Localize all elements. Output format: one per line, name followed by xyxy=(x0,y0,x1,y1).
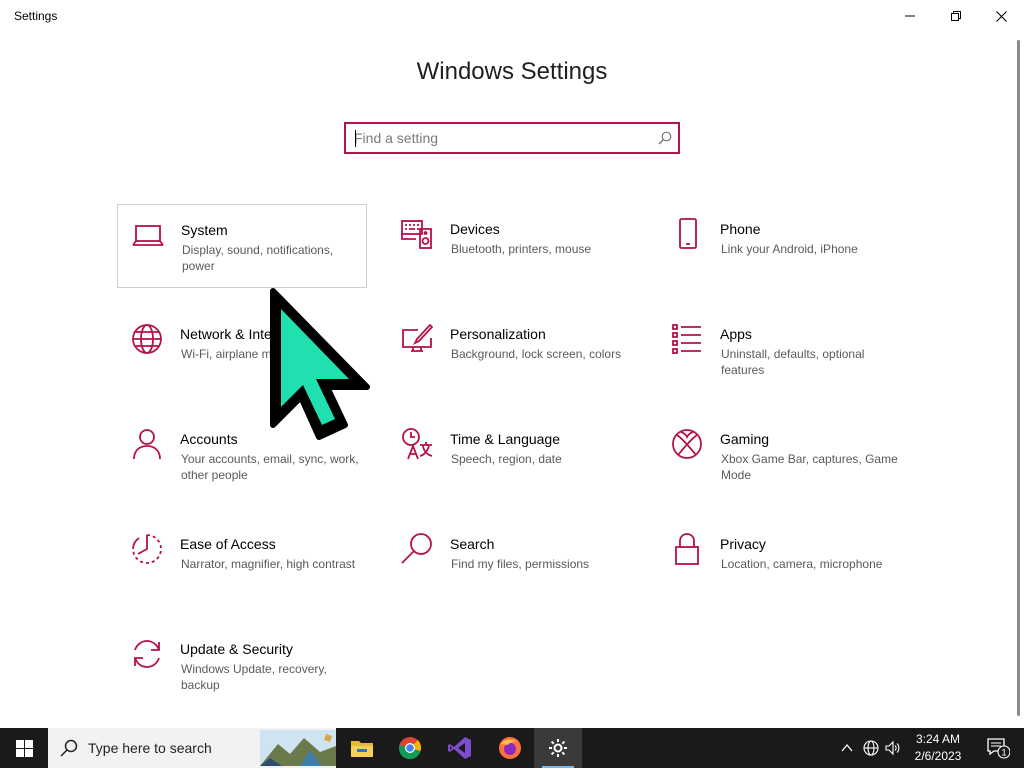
tile-update-security[interactable]: Update & Security Windows Update, recove… xyxy=(117,624,367,708)
notification-count: 1 xyxy=(1001,748,1006,758)
title-bar: Settings xyxy=(0,0,1024,32)
taskbar-settings[interactable] xyxy=(534,728,582,768)
tile-name: Gaming xyxy=(720,431,770,447)
restore-button[interactable] xyxy=(933,0,979,32)
taskbar: Type here to search 3:24 AM 2/6/2023 1 xyxy=(0,728,1024,768)
tile-description: Xbox Game Bar, captures, Game Mode xyxy=(721,452,898,482)
windows-logo-icon xyxy=(15,739,33,757)
search-icon xyxy=(658,131,672,145)
action-center-button[interactable]: 1 xyxy=(978,728,1018,768)
tile-name: Update & Security xyxy=(180,641,293,657)
taskbar-search-box[interactable]: Type here to search xyxy=(48,728,336,768)
text-caret xyxy=(355,130,356,147)
lock-icon xyxy=(675,533,699,565)
tile-name: System xyxy=(181,222,228,238)
network-globe-icon xyxy=(863,740,879,756)
show-hidden-icons-button[interactable] xyxy=(836,728,858,768)
file-explorer-icon xyxy=(351,741,373,757)
restore-icon xyxy=(951,11,961,21)
keyboard-speaker-icon xyxy=(401,220,432,249)
chevron-up-icon xyxy=(841,744,853,752)
clock-date: 2/6/2023 xyxy=(914,749,962,763)
clock-time: 3:24 AM xyxy=(915,732,961,746)
tile-name: Accounts xyxy=(180,431,238,447)
person-icon xyxy=(133,429,161,460)
search-icon xyxy=(60,739,78,757)
page-title: Windows Settings xyxy=(416,58,608,85)
ease-of-access-icon xyxy=(132,534,162,564)
tile-description: Bluetooth, printers, mouse xyxy=(451,242,592,256)
tile-name: Privacy xyxy=(720,536,766,552)
update-arrows-icon xyxy=(134,640,160,668)
network-tray-button[interactable] xyxy=(860,728,882,768)
tile-apps[interactable]: Apps Uninstall, defaults, optional featu… xyxy=(657,309,907,393)
tile-personalization[interactable]: Personalization Background, lock screen,… xyxy=(387,309,637,393)
tile-description: Uninstall, defaults, optional features xyxy=(721,347,865,377)
find-setting-input[interactable] xyxy=(354,129,644,147)
taskbar-clock[interactable]: 3:24 AM 2/6/2023 xyxy=(902,731,974,765)
start-button[interactable] xyxy=(0,728,48,768)
laptop-icon xyxy=(132,225,164,246)
tile-description: Link your Android, iPhone xyxy=(721,242,858,256)
paint-monitor-icon xyxy=(402,323,434,352)
taskbar-firefox[interactable] xyxy=(486,728,534,768)
visual-studio-icon xyxy=(448,737,471,759)
tile-privacy[interactable]: Privacy Location, camera, microphone xyxy=(657,519,907,603)
phone-icon xyxy=(679,218,697,249)
taskbar-visual-studio[interactable] xyxy=(436,728,484,768)
tile-description: Location, camera, microphone xyxy=(721,557,883,571)
tile-phone[interactable]: Phone Link your Android, iPhone xyxy=(657,204,907,288)
find-setting-search-box[interactable] xyxy=(344,122,680,154)
tile-description: Display, sound, notifications, power xyxy=(182,243,334,273)
close-button[interactable] xyxy=(978,0,1024,32)
large-pointer-cursor-icon xyxy=(270,288,370,440)
tile-description: Find my files, permissions xyxy=(451,557,590,571)
chrome-icon xyxy=(398,737,422,760)
tile-ease-of-access[interactable]: Ease of Access Narrator, magnifier, high… xyxy=(117,519,367,603)
minimize-button[interactable] xyxy=(887,0,933,32)
settings-gear-icon xyxy=(549,739,567,757)
taskbar-search-placeholder: Type here to search xyxy=(88,740,212,756)
tile-name: Search xyxy=(450,536,495,552)
tile-name: Devices xyxy=(450,221,500,237)
time-language-icon xyxy=(402,428,433,460)
volume-tray-button[interactable] xyxy=(882,728,904,768)
search-highlight-illustration-icon xyxy=(260,730,336,766)
tile-search[interactable]: Search Find my files, permissions xyxy=(387,519,637,603)
window-title: Settings xyxy=(14,9,58,23)
tile-description: Background, lock screen, colors xyxy=(451,347,622,361)
tile-system[interactable]: System Display, sound, notifications, po… xyxy=(117,204,367,288)
tile-name: Personalization xyxy=(450,326,546,342)
close-icon xyxy=(995,10,1007,22)
minimize-icon xyxy=(905,15,915,17)
taskbar-chrome[interactable] xyxy=(386,728,434,768)
notification-icon: 1 xyxy=(987,738,1010,759)
magnifier-icon xyxy=(401,533,432,564)
speaker-volume-icon xyxy=(885,740,900,756)
xbox-icon xyxy=(672,429,702,459)
tile-time-language[interactable]: Time & Language Speech, region, date xyxy=(387,414,637,498)
tile-description: Narrator, magnifier, high contrast xyxy=(181,557,356,571)
tile-description: Speech, region, date xyxy=(451,452,562,466)
tile-gaming[interactable]: Gaming Xbox Game Bar, captures, Game Mod… xyxy=(657,414,907,498)
tile-devices[interactable]: Devices Bluetooth, printers, mouse xyxy=(387,204,637,288)
globe-icon xyxy=(132,324,162,354)
taskbar-file-explorer[interactable] xyxy=(338,728,386,768)
tile-name: Time & Language xyxy=(450,431,560,447)
tile-description: Windows Update, recovery, backup xyxy=(181,662,327,692)
apps-list-icon xyxy=(672,324,701,354)
tile-name: Phone xyxy=(720,221,761,237)
tile-description: Your accounts, email, sync, work, other … xyxy=(181,452,359,482)
tile-name: Apps xyxy=(720,326,752,342)
firefox-icon xyxy=(499,737,521,759)
vertical-scrollbar[interactable] xyxy=(1017,40,1020,716)
tile-name: Ease of Access xyxy=(180,536,276,552)
